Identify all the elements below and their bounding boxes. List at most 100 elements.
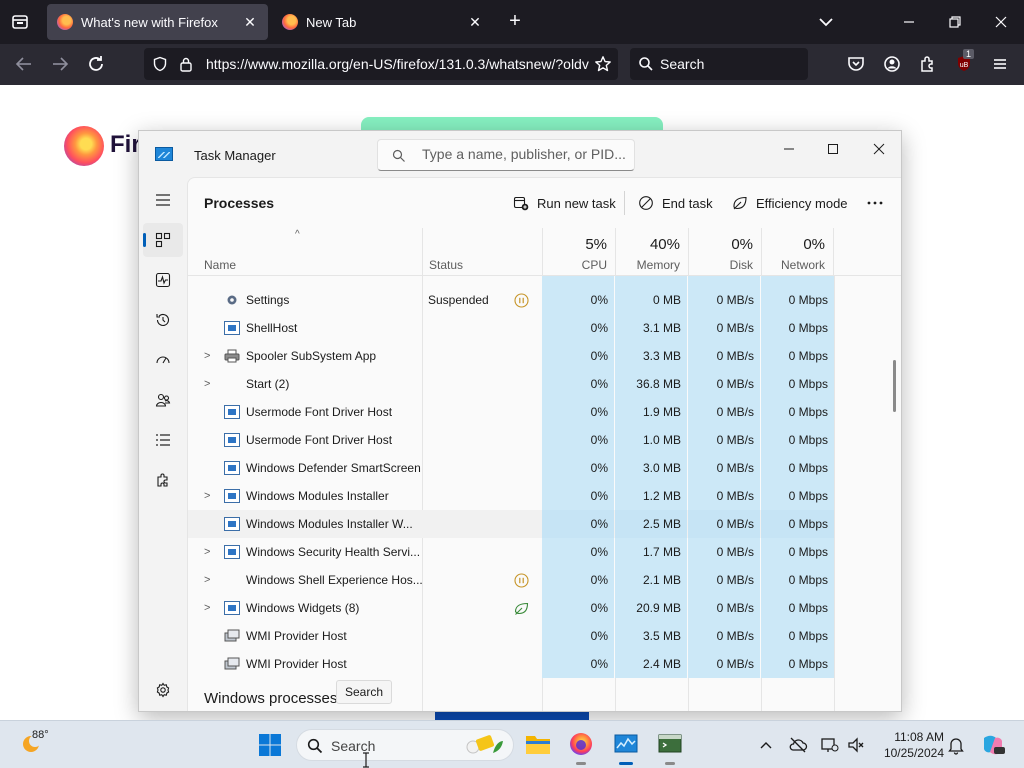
address-bar[interactable]: https://www.mozilla.org/en-US/firefox/13…	[144, 48, 618, 80]
nav-users[interactable]	[143, 383, 183, 417]
disk-cell: 0 MB/s	[688, 482, 760, 510]
new-tab-button[interactable]: +	[503, 10, 527, 34]
run-new-task-button[interactable]: Run new task	[513, 191, 616, 215]
disk-cell: 0 MB/s	[688, 398, 760, 426]
firefox-view-button[interactable]	[8, 10, 32, 34]
vertical-scrollbar[interactable]	[893, 360, 896, 412]
app-window-icon	[224, 601, 240, 615]
expand-chevron-icon[interactable]: >	[204, 370, 210, 398]
tm-minimize-button[interactable]	[773, 137, 805, 161]
page-button-decoration	[435, 712, 589, 720]
nav-services[interactable]	[143, 463, 183, 497]
column-header-disk[interactable]: 0% Disk	[688, 228, 761, 276]
table-row[interactable]: > Windows Modules Installer 0% 1.2 MB 0 …	[188, 482, 834, 510]
table-row[interactable]: Windows Modules Installer W... 0% 2.5 MB…	[188, 510, 834, 538]
windows-start-icon[interactable]	[258, 733, 282, 757]
url-text[interactable]: https://www.mozilla.org/en-US/firefox/13…	[206, 56, 590, 72]
bookmark-star-icon[interactable]	[594, 55, 612, 73]
taskbar-search-box[interactable]: Search	[296, 729, 514, 761]
table-row[interactable]: Windows Defender SmartScreen 0% 3.0 MB 0…	[188, 454, 834, 482]
copilot-icon[interactable]	[980, 732, 1006, 758]
web-search-box[interactable]: Search	[630, 48, 808, 80]
account-button[interactable]	[880, 52, 904, 76]
expand-chevron-icon[interactable]: >	[204, 594, 210, 622]
nav-processes[interactable]	[143, 223, 183, 257]
nav-settings[interactable]	[143, 673, 183, 707]
restore-button[interactable]	[943, 10, 967, 34]
ublock-extension-button[interactable]: uB 1	[952, 49, 976, 76]
list-all-tabs-button[interactable]	[814, 10, 838, 34]
table-row[interactable]: Settings Suspended 0% 0 MB 0 MB/s 0 Mbps	[188, 286, 834, 314]
tab-whats-new[interactable]: What's new with Firefox ✕	[47, 4, 268, 40]
column-header-status[interactable]: Status	[422, 228, 542, 276]
weather-temperature[interactable]: 88°	[32, 729, 49, 741]
shield-icon[interactable]	[152, 56, 168, 72]
efficiency-mode-button[interactable]: Efficiency mode	[732, 191, 848, 215]
table-row[interactable]: > Start (2) 0% 36.8 MB 0 MB/s 0 Mbps	[188, 370, 834, 398]
back-button[interactable]	[12, 52, 36, 76]
maximize-icon	[828, 144, 838, 154]
speaker-muted-icon[interactable]	[846, 735, 866, 755]
table-row[interactable]: > Spooler SubSystem App 0% 3.3 MB 0 MB/s…	[188, 342, 834, 370]
taskbar-task-manager[interactable]	[612, 730, 640, 765]
chevron-up-icon[interactable]	[756, 735, 776, 755]
cloud-offline-icon[interactable]	[788, 735, 808, 755]
app-window-icon	[224, 545, 240, 559]
table-row[interactable]: > Windows Shell Experience Hos... 0% 2.1…	[188, 566, 834, 594]
nav-toggle-button[interactable]	[143, 183, 183, 217]
table-row[interactable]: > Windows Widgets (8) 0% 20.9 MB 0 MB/s …	[188, 594, 834, 622]
close-tab-icon[interactable]: ✕	[238, 14, 262, 31]
end-task-button[interactable]: End task	[638, 191, 713, 215]
taskbar-file-explorer[interactable]	[524, 730, 552, 758]
notification-bell-icon[interactable]	[946, 735, 966, 755]
process-search-input[interactable]	[422, 146, 628, 162]
expand-chevron-icon[interactable]: >	[204, 566, 210, 594]
taskbar-clock[interactable]: 11:08 AM 10/25/2024	[876, 729, 944, 761]
tm-close-button[interactable]	[863, 137, 895, 161]
nav-details[interactable]	[143, 423, 183, 457]
taskbar-terminal-app[interactable]	[656, 730, 684, 765]
table-row[interactable]: WMI Provider Host 0% 3.5 MB 0 MB/s 0 Mbp…	[188, 622, 834, 650]
cpu-cell: 0%	[542, 510, 614, 538]
close-tab-icon[interactable]: ✕	[463, 14, 487, 31]
more-options-button[interactable]	[866, 191, 892, 215]
taskbar-firefox[interactable]	[567, 730, 595, 765]
network-monitor-icon[interactable]	[820, 735, 840, 755]
search-placeholder: Search	[660, 56, 705, 72]
memory-cell: 1.7 MB	[615, 538, 687, 566]
tm-maximize-button[interactable]	[817, 137, 849, 161]
task-manager-titlebar[interactable]: Task Manager	[139, 131, 901, 177]
column-header-name[interactable]: ^ Name	[188, 228, 422, 276]
network-cell: 0 Mbps	[761, 398, 834, 426]
lock-icon[interactable]	[178, 56, 194, 72]
pocket-button[interactable]	[844, 52, 868, 76]
app-menu-button[interactable]	[988, 52, 1012, 76]
nav-app-history[interactable]	[143, 303, 183, 337]
column-header-memory[interactable]: 40% Memory	[615, 228, 688, 276]
expand-chevron-icon[interactable]: >	[204, 538, 210, 566]
expand-chevron-icon[interactable]: >	[204, 342, 210, 370]
close-window-button[interactable]	[989, 10, 1013, 34]
expand-chevron-icon[interactable]: >	[204, 482, 210, 510]
terminal-window-icon	[658, 734, 682, 753]
nav-performance[interactable]	[143, 263, 183, 297]
process-search-box[interactable]	[377, 139, 635, 171]
table-row[interactable]: Usermode Font Driver Host 0% 1.0 MB 0 MB…	[188, 426, 834, 454]
extensions-button[interactable]	[916, 52, 940, 76]
reload-button[interactable]	[84, 52, 108, 76]
section-header-windows-processes[interactable]: Windows processes	[204, 690, 337, 707]
column-header-cpu[interactable]: 5% CPU	[542, 228, 615, 276]
forward-button[interactable]	[48, 52, 72, 76]
nav-startup-apps[interactable]	[143, 343, 183, 377]
disk-cell: 0 MB/s	[688, 650, 760, 678]
table-row[interactable]: ShellHost 0% 3.1 MB 0 MB/s 0 Mbps	[188, 314, 834, 342]
process-list: Settings Suspended 0% 0 MB 0 MB/s 0 Mbps…	[188, 276, 888, 711]
minimize-button[interactable]	[897, 10, 921, 34]
table-row[interactable]: WMI Provider Host 0% 2.4 MB 0 MB/s 0 Mbp…	[188, 650, 834, 678]
memory-cell: 1.9 MB	[615, 398, 687, 426]
table-row[interactable]: Usermode Font Driver Host 0% 1.9 MB 0 MB…	[188, 398, 834, 426]
column-header-network[interactable]: 0% Network	[761, 228, 834, 276]
tab-new-tab[interactable]: New Tab ✕	[272, 4, 493, 40]
table-row[interactable]: > Windows Security Health Servi... 0% 1.…	[188, 538, 834, 566]
disk-cell: 0 MB/s	[688, 594, 760, 622]
